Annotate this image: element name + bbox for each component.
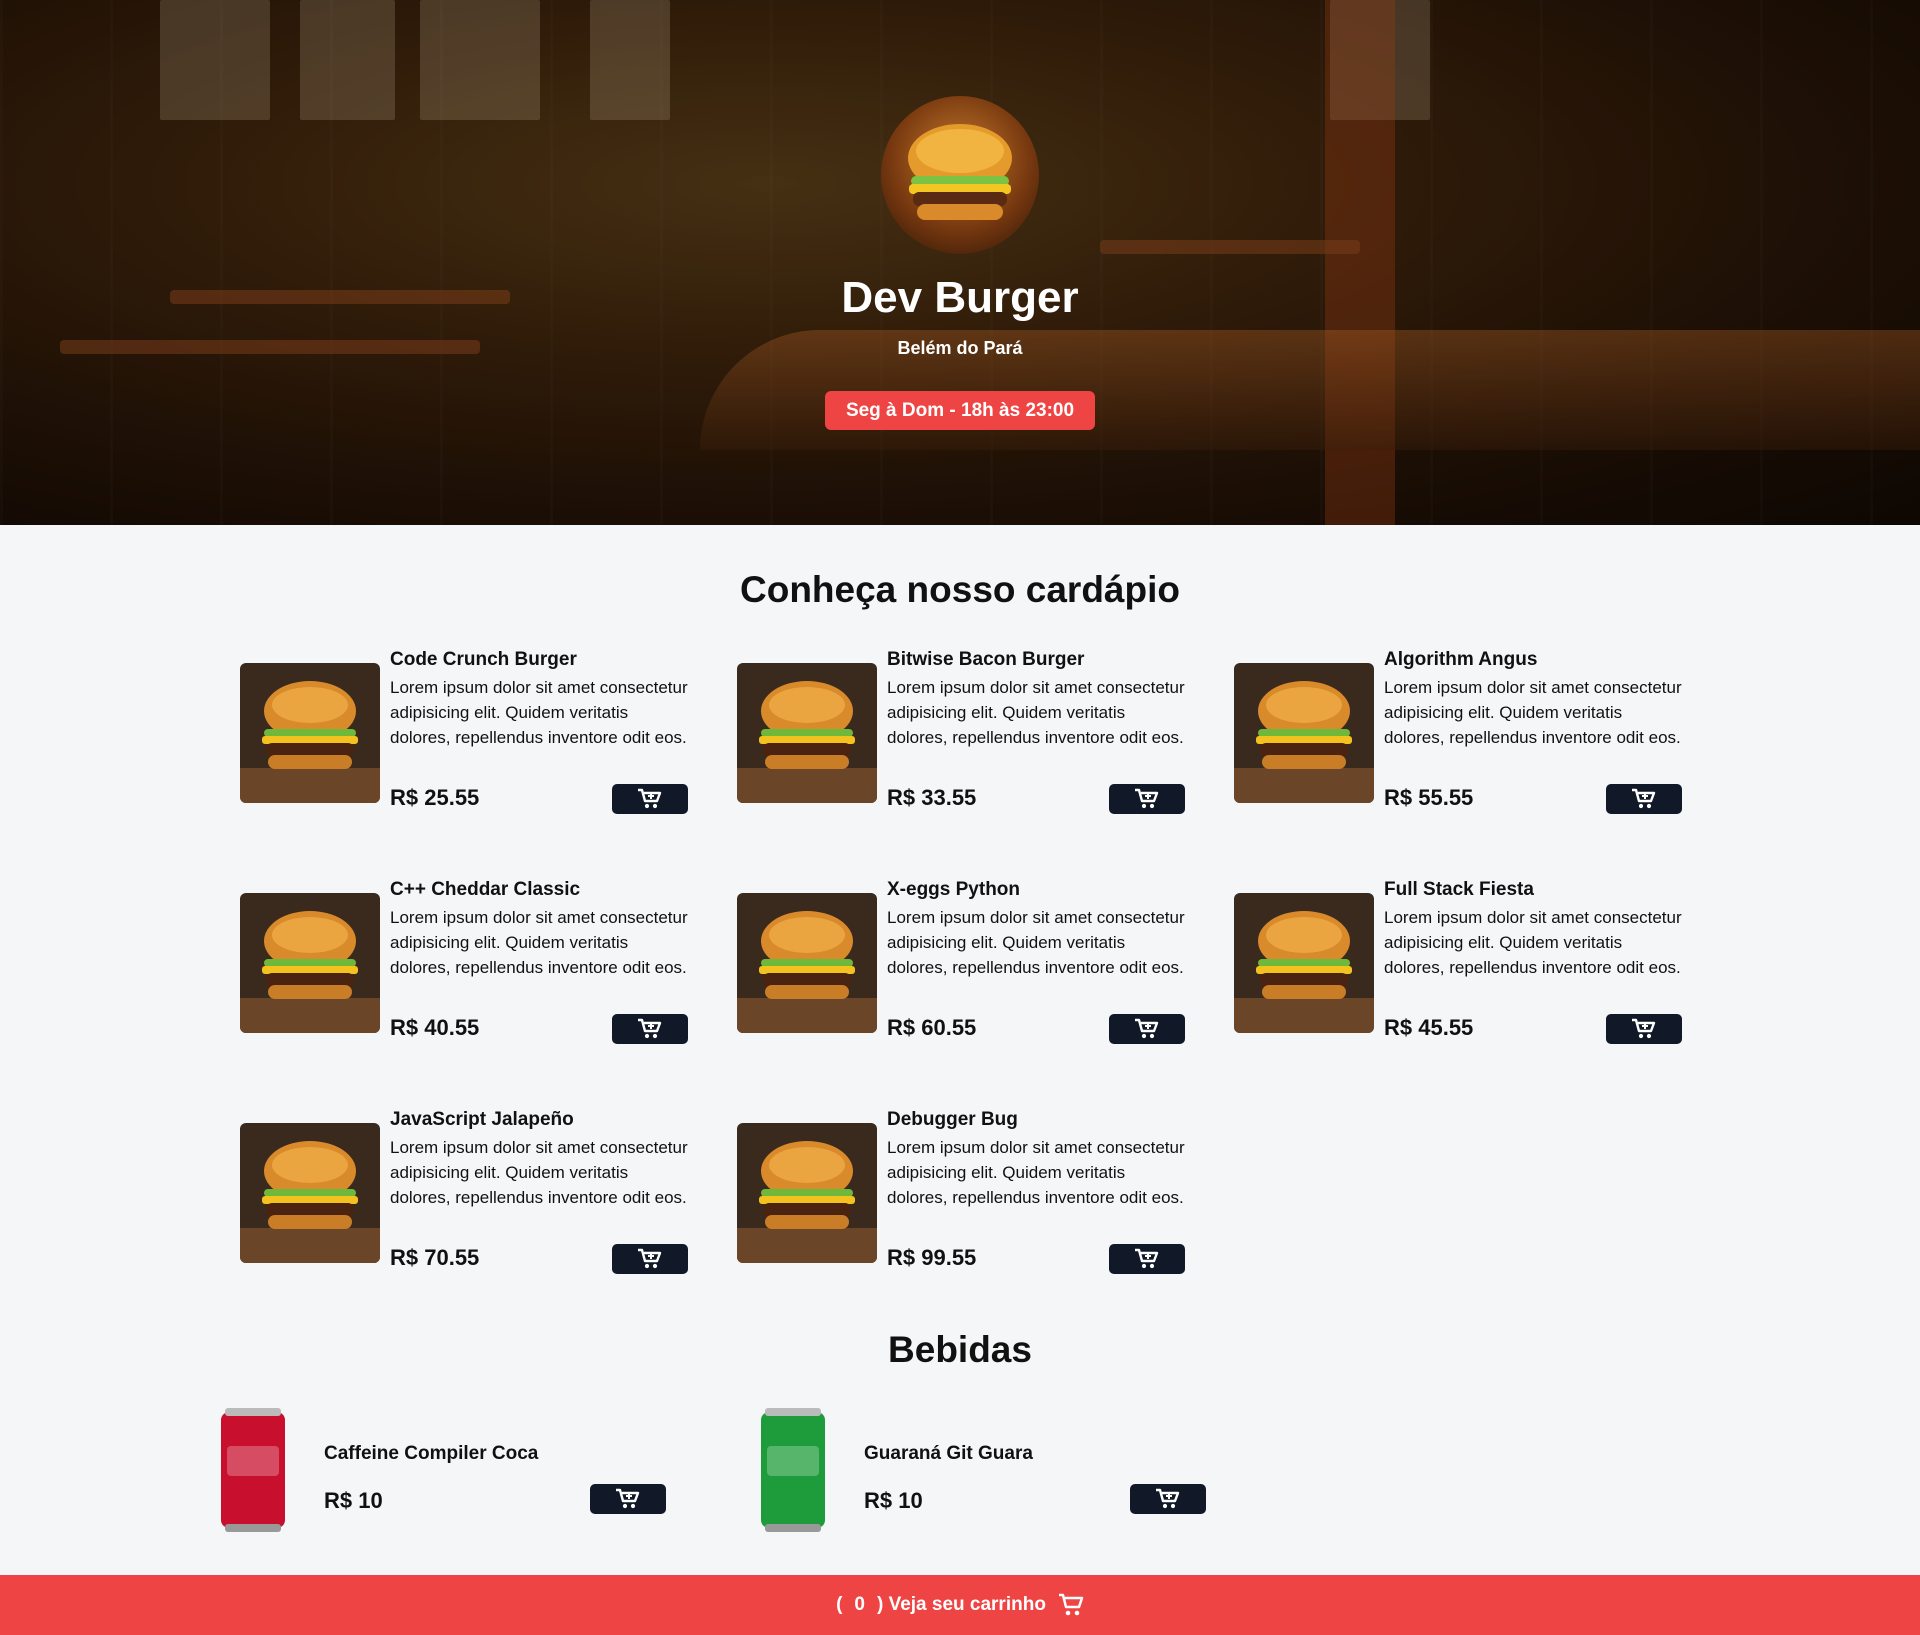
burger-image	[1234, 663, 1374, 803]
menu-item-card: Full Stack Fiesta Lorem ipsum dolor sit a…	[1234, 879, 1684, 1044]
menu-item-name: Bitwise Bacon Burger	[887, 649, 1085, 670]
menu-item-card: Debugger Bug Lorem ipsum dolor sit amet c…	[737, 1109, 1187, 1274]
burger-image	[737, 893, 877, 1033]
logo	[881, 96, 1039, 254]
drink-item: Guaraná Git Guara R$ 10	[753, 1406, 1233, 1536]
menu-item-name: Algorithm Angus	[1384, 649, 1538, 670]
drink-name: Caffeine Compiler Coca	[324, 1443, 539, 1464]
view-cart-label: ) Veja seu carrinho	[876, 1594, 1046, 1615]
menu-item-card: X-eggs Python Lorem ipsum dolor sit amet …	[737, 879, 1187, 1044]
restaurant-location: Belém do Pará	[897, 338, 1023, 358]
add-to-cart-button[interactable]	[612, 784, 688, 814]
menu-item-description: Lorem ipsum dolor sit amet consectetur a…	[887, 678, 1185, 747]
drink-name: Guaraná Git Guara	[864, 1443, 1033, 1464]
menu-item-description: Lorem ipsum dolor sit amet consectetur a…	[390, 1138, 688, 1207]
cart-plus-icon	[1135, 1248, 1159, 1269]
cart-plus-icon	[1632, 1018, 1656, 1039]
add-to-cart-button[interactable]	[1109, 784, 1185, 814]
menu-item-name: C++ Cheddar Classic	[390, 879, 581, 900]
menu-item-description: Lorem ipsum dolor sit amet consectetur a…	[390, 908, 688, 977]
cart-plus-icon	[638, 1018, 662, 1039]
drink-can-image	[761, 1408, 825, 1532]
burger-image	[240, 893, 380, 1033]
menu-item-card: Code Crunch Burger Lorem ipsum dolor sit …	[240, 649, 690, 814]
menu-item-card: JavaScript Jalapeño Lorem ipsum dolor sit…	[240, 1109, 690, 1274]
add-to-cart-button[interactable]	[590, 1484, 666, 1514]
burger-logo-icon	[908, 124, 1012, 220]
cart-icon	[1058, 1593, 1084, 1616]
menu-title: Conheça nosso cardápio	[740, 569, 1180, 610]
menu-item-name: JavaScript Jalapeño	[390, 1109, 574, 1130]
drink-price: R$ 10	[864, 1488, 923, 1513]
drink-item: Caffeine Compiler Coca R$ 10	[213, 1406, 693, 1536]
burger-image	[240, 663, 380, 803]
menu-item-price: R$ 33.55	[887, 785, 977, 810]
cart-open-paren: (	[836, 1594, 843, 1615]
cart-plus-icon	[1135, 788, 1159, 809]
menu-item-price: R$ 70.55	[390, 1245, 480, 1270]
cart-plus-icon	[1156, 1488, 1180, 1509]
menu-item-price: R$ 40.55	[390, 1015, 480, 1040]
hero-banner: Dev Burger Belém do Pará Seg à Dom - 18h…	[0, 0, 1920, 525]
drinks-title: Bebidas	[888, 1329, 1032, 1370]
burger-image	[240, 1123, 380, 1263]
add-to-cart-button[interactable]	[1109, 1244, 1185, 1274]
menu-item-description: Lorem ipsum dolor sit amet consectetur a…	[887, 908, 1185, 977]
menu-item-price: R$ 25.55	[390, 785, 480, 810]
menu-item-card: C++ Cheddar Classic Lorem ipsum dolor sit…	[240, 879, 690, 1044]
burger-image	[737, 663, 877, 803]
cart-count: 0	[854, 1594, 865, 1615]
view-cart-bar[interactable]: ( 0 ) Veja seu carrinho	[0, 1575, 1920, 1635]
add-to-cart-button[interactable]	[1130, 1484, 1206, 1514]
opening-hours-badge: Seg à Dom - 18h às 23:00	[825, 391, 1095, 430]
menu-item-price: R$ 99.55	[887, 1245, 977, 1270]
cart-plus-icon	[616, 1488, 640, 1509]
menu-item-description: Lorem ipsum dolor sit amet consectetur a…	[1384, 908, 1682, 977]
drink-price: R$ 10	[324, 1488, 383, 1513]
cart-plus-icon	[638, 1248, 662, 1269]
menu-item-price: R$ 45.55	[1384, 1015, 1474, 1040]
menu-item-card: Algorithm Angus Lorem ipsum dolor sit ame…	[1234, 649, 1684, 814]
menu-item-name: Full Stack Fiesta	[1384, 879, 1534, 900]
add-to-cart-button[interactable]	[1606, 784, 1682, 814]
add-to-cart-button[interactable]	[612, 1244, 688, 1274]
cart-plus-icon	[1632, 788, 1656, 809]
menu-item-description: Lorem ipsum dolor sit amet consectetur a…	[390, 678, 688, 747]
add-to-cart-button[interactable]	[1606, 1014, 1682, 1044]
menu-item-description: Lorem ipsum dolor sit amet consectetur a…	[1384, 678, 1682, 747]
menu-item-price: R$ 55.55	[1384, 785, 1474, 810]
menu-item-card: Bitwise Bacon Burger Lorem ipsum dolor si…	[737, 649, 1187, 814]
drink-can-image	[221, 1408, 285, 1532]
add-to-cart-button[interactable]	[612, 1014, 688, 1044]
menu-item-price: R$ 60.55	[887, 1015, 977, 1040]
menu-item-description: Lorem ipsum dolor sit amet consectetur a…	[887, 1138, 1185, 1207]
menu-item-name: Debugger Bug	[887, 1109, 1018, 1130]
burger-image	[737, 1123, 877, 1263]
add-to-cart-button[interactable]	[1109, 1014, 1185, 1044]
cart-plus-icon	[1135, 1018, 1159, 1039]
restaurant-title: Dev Burger	[841, 273, 1079, 322]
cart-plus-icon	[638, 788, 662, 809]
menu-item-name: Code Crunch Burger	[390, 649, 577, 670]
burger-image	[1234, 893, 1374, 1033]
menu-item-name: X-eggs Python	[887, 879, 1021, 900]
